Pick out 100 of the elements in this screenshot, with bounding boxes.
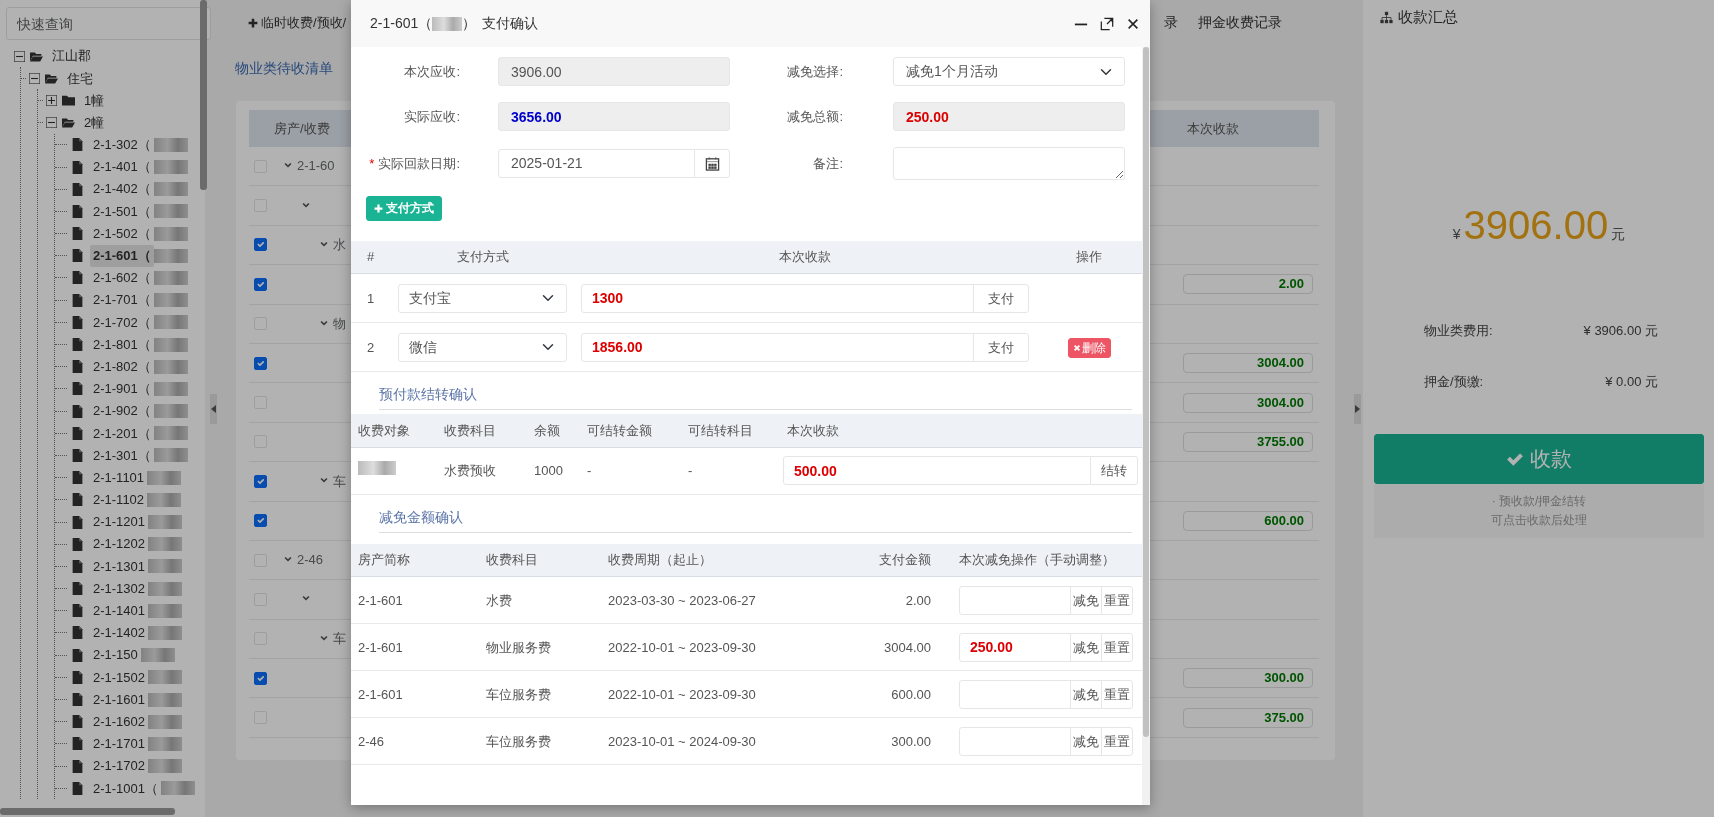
toolbar-link[interactable]: 录: [1164, 12, 1178, 33]
select-field[interactable]: 减免1个月活动: [893, 57, 1125, 86]
tree-item[interactable]: 2-1-1402: [90, 622, 149, 644]
tree-item[interactable]: 2-1-1001（: [90, 777, 162, 800]
caret-down-icon[interactable]: [319, 240, 329, 249]
tree-item[interactable]: 2-1-1102: [90, 489, 148, 511]
tree-item[interactable]: 2-1-501（: [90, 200, 154, 223]
discount-field[interactable]: [959, 585, 1071, 615]
input-field[interactable]: 3656.00: [498, 102, 730, 131]
discount-button[interactable]: 减免: [1070, 679, 1102, 709]
toolbar-button[interactable]: 临时收费/预收/: [247, 11, 348, 34]
tree-item[interactable]: 2-1-1202: [90, 533, 149, 555]
discount-field[interactable]: [959, 679, 1071, 709]
tree-item[interactable]: 2-1-902（: [90, 400, 154, 422]
tree-item[interactable]: 2-1-1702: [90, 755, 149, 777]
input-field[interactable]: 3906.00: [498, 57, 730, 86]
toolbar-link[interactable]: 押金收费记录: [1198, 12, 1282, 33]
tree-item[interactable]: 2-1-302（: [90, 134, 154, 156]
checkbox[interactable]: [254, 514, 267, 528]
tree-item[interactable]: 2-1-801（: [90, 333, 154, 356]
select-field[interactable]: 微信: [398, 332, 567, 362]
expand-icon[interactable]: [46, 94, 57, 106]
collapse-icon[interactable]: [29, 72, 40, 84]
transfer-button[interactable]: 结转: [1090, 456, 1138, 486]
redaction-mark: [153, 381, 188, 396]
date-field[interactable]: 2025-01-21: [498, 148, 695, 178]
tree-item[interactable]: 2-1-901（: [90, 378, 154, 400]
tree-item[interactable]: 2-1-401（: [90, 156, 154, 178]
search-field[interactable]: 快速查询: [6, 7, 211, 40]
select-field[interactable]: 支付宝: [398, 283, 567, 313]
expand-handle[interactable]: [1354, 393, 1361, 424]
caret-down-icon[interactable]: [319, 634, 329, 643]
collapse-icon[interactable]: [46, 117, 57, 129]
summary-value: ¥ 0.00 元: [1605, 372, 1658, 391]
collapse-icon[interactable]: [14, 50, 25, 62]
checkbox[interactable]: [254, 356, 267, 370]
tree-item[interactable]: 2-1-701（: [90, 289, 154, 311]
pay-button[interactable]: 支付: [973, 283, 1029, 313]
redaction-mark: [148, 515, 183, 530]
amount-field[interactable]: 300.00: [1183, 668, 1313, 689]
tree-item[interactable]: 2-1-1401: [90, 600, 149, 622]
checkbox[interactable]: [254, 474, 267, 488]
tree-item[interactable]: 2-1-150: [90, 644, 141, 666]
tree-item[interactable]: 2幢: [81, 111, 108, 134]
amount-field[interactable]: 1856.00: [581, 332, 974, 362]
amount-field[interactable]: 3004.00: [1183, 353, 1313, 374]
tree-item[interactable]: 2-1-602（: [90, 267, 154, 289]
scrollbar[interactable]: [1143, 47, 1149, 737]
reset-button[interactable]: 重置: [1101, 726, 1133, 756]
amount-field[interactable]: 500.00: [783, 456, 1091, 486]
tree-item[interactable]: 2-1-301（: [90, 444, 154, 467]
tree-item[interactable]: 2-1-402（: [90, 178, 154, 200]
input-field[interactable]: 250.00: [893, 102, 1125, 131]
checkbox[interactable]: [254, 238, 267, 252]
scrollbar[interactable]: [200, 0, 207, 190]
amount-field[interactable]: 600.00: [1183, 510, 1313, 531]
tree-item[interactable]: 2-1-1602: [90, 710, 149, 733]
tree-item[interactable]: 2-1-802（: [90, 355, 154, 378]
amount-field[interactable]: 3004.00: [1183, 392, 1313, 413]
tree-item[interactable]: 2-1-201（: [90, 422, 154, 445]
reset-button[interactable]: 重置: [1101, 585, 1133, 615]
pay-button[interactable]: 支付: [973, 332, 1029, 362]
tree-item[interactable]: 1幢: [81, 89, 108, 112]
tree-item[interactable]: 2-1-702（: [90, 311, 154, 334]
caret-down-icon[interactable]: [319, 319, 329, 328]
caret-down-icon[interactable]: [301, 201, 311, 210]
column-header: #: [351, 240, 391, 274]
tree-item[interactable]: 2-1-1502: [90, 666, 149, 689]
tree-item[interactable]: 住宅: [64, 67, 96, 90]
reset-button[interactable]: 重置: [1101, 679, 1133, 709]
row-label: 车: [333, 472, 346, 491]
tree-item[interactable]: 2-1-1201: [90, 511, 149, 533]
tree-item[interactable]: 2-1-601（: [90, 245, 154, 267]
tree-item[interactable]: 2-1-502（: [90, 222, 154, 245]
amount-field[interactable]: 1300: [581, 283, 974, 313]
tree-item[interactable]: 2-1-1301: [90, 555, 149, 578]
list-title[interactable]: 物业类待收清单: [235, 58, 333, 79]
textarea-field[interactable]: [893, 147, 1125, 180]
amount-field[interactable]: 375.00: [1183, 707, 1313, 728]
discount-button[interactable]: 减免: [1070, 632, 1102, 662]
discount-field[interactable]: [959, 726, 1071, 756]
discount-field[interactable]: 250.00: [959, 632, 1071, 662]
amount-field[interactable]: 2.00: [1183, 274, 1313, 295]
calendar-button[interactable]: [694, 148, 730, 178]
collapse-handle[interactable]: [210, 393, 217, 424]
tree-item[interactable]: 2-1-1302: [90, 577, 149, 600]
maximize-icon[interactable]: [1100, 16, 1114, 31]
tree-item[interactable]: 2-1-1601: [90, 688, 149, 711]
discount-button[interactable]: 减免: [1070, 726, 1102, 756]
tree-item[interactable]: 2-1-1701: [90, 733, 149, 755]
tree-item[interactable]: 江山郡: [49, 45, 94, 67]
checkbox[interactable]: [254, 277, 267, 291]
tree-item[interactable]: 2-1-1101: [90, 466, 148, 489]
amount-field[interactable]: 3755.00: [1183, 431, 1313, 452]
close-icon[interactable]: [1126, 16, 1140, 31]
reset-button[interactable]: 重置: [1101, 632, 1133, 662]
file-icon: [70, 604, 85, 618]
discount-button[interactable]: 减免: [1070, 585, 1102, 615]
scrollbar[interactable]: [0, 808, 175, 815]
checkbox[interactable]: [254, 671, 267, 685]
